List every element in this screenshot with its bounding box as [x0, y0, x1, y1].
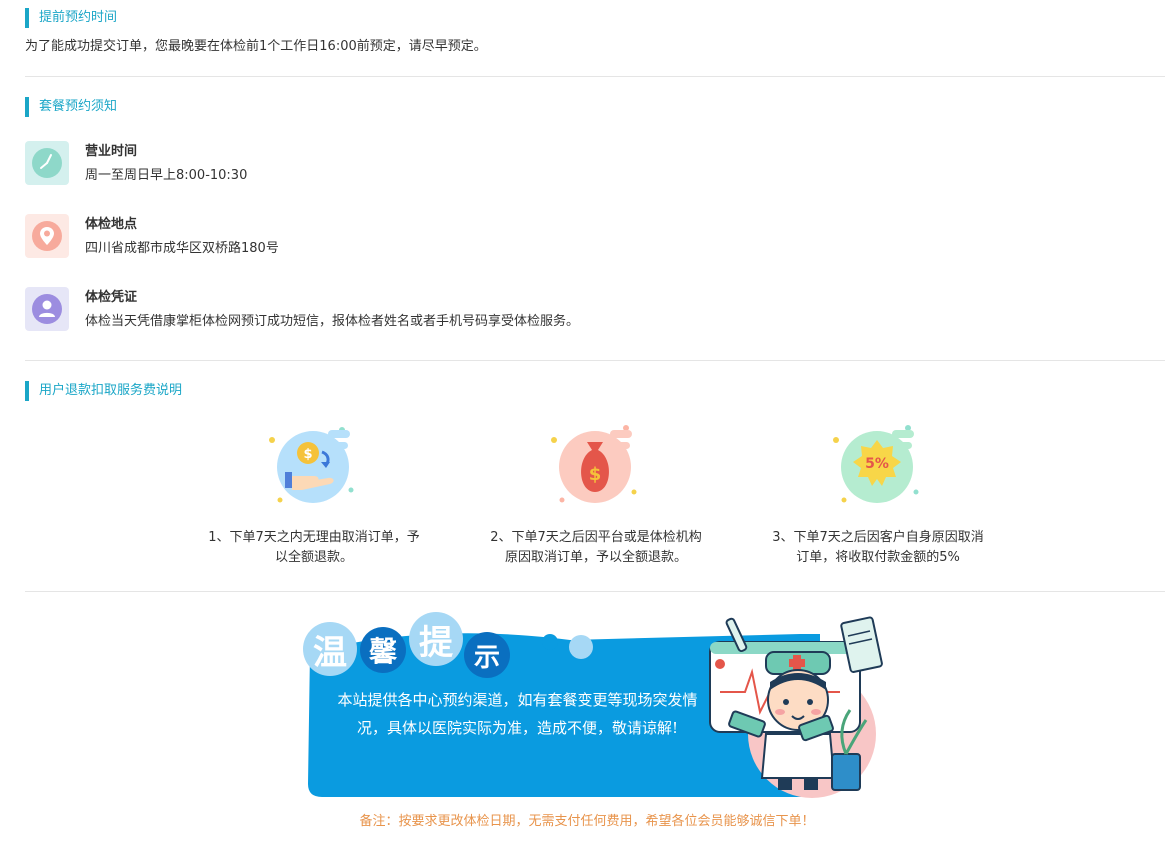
svg-text:$: $	[303, 447, 312, 462]
info-row-voucher: 体检凭证 体检当天凭借康掌柜体检网预订成功短信，报体检者姓名或者手机号码享受体检…	[25, 287, 925, 333]
info-value: 周一至周日早上8:00-10:30	[85, 168, 248, 183]
section-title-notice: 套餐预约须知	[25, 97, 117, 117]
clock-icon	[25, 141, 69, 185]
section-title-refund: 用户退款扣取服务费说明	[25, 381, 182, 401]
info-value: 体检当天凭借康掌柜体检网预订成功短信，报体检者姓名或者手机号码享受体检服务。	[85, 314, 580, 329]
info-label: 体检地点	[85, 217, 138, 232]
refund-text-line: 订单，将收取付款金额的5%	[796, 550, 960, 565]
info-label: 体检凭证	[85, 290, 138, 305]
tip-title-char: 温	[303, 622, 357, 676]
advance-text: 为了能成功提交订单，您最晚要在体检前1个工作日16:00前预定，请尽早预定。	[25, 39, 487, 54]
refund-text-line: 1、下单7天之内无理由取消订单，予	[208, 530, 420, 545]
doctor-illustration	[709, 616, 883, 798]
location-pin-icon	[25, 214, 69, 258]
info-row-hours: 营业时间 周一至周日早上8:00-10:30	[25, 141, 925, 187]
info-value: 四川省成都市成华区双桥路180号	[85, 241, 279, 256]
percent-badge-label: 5%	[865, 456, 889, 472]
tip-title-char: 示	[464, 632, 510, 678]
refund-item-2: $ 2、下单7天之后因平台或是体检机构 原因取消订单，予以全额退款。	[476, 420, 716, 580]
divider	[25, 76, 1165, 77]
refund-text: 3、下单7天之后因客户自身原因取消 订单，将收取付款金额的5%	[758, 528, 998, 568]
coin-hand-icon: $	[269, 427, 354, 503]
info-label: 营业时间	[85, 144, 138, 159]
refund-text: 1、下单7天之内无理由取消订单，予 以全额退款。	[194, 528, 434, 568]
refund-item-1: $ 1、下单7天之内无理由取消订单，予 以全额退款。	[194, 420, 434, 580]
tip-title-char: 馨	[360, 627, 406, 673]
svg-text:$: $	[589, 464, 602, 485]
divider	[25, 591, 1165, 592]
refund-text: 2、下单7天之后因平台或是体检机构 原因取消订单，予以全额退款。	[476, 528, 716, 568]
divider	[25, 360, 1165, 361]
refund-text-line: 2、下单7天之后因平台或是体检机构	[490, 530, 702, 545]
money-bag-icon: $	[551, 425, 637, 503]
refund-text-line: 3、下单7天之后因客户自身原因取消	[772, 530, 984, 545]
tip-title-char: 提	[409, 612, 463, 666]
tip-text-line: 本站提供各中心预约渠道，如有套餐变更等现场突发情	[337, 691, 698, 709]
info-row-location: 体检地点 四川省成都市成华区双桥路180号	[25, 214, 925, 260]
tip-text-line: 况，具体以医院实际为准，造成不便，敬请谅解!	[356, 719, 679, 737]
tip-text: 本站提供各中心预约渠道，如有套餐变更等现场突发情 况，具体以医院实际为准，造成不…	[315, 686, 720, 742]
refund-text-line: 以全额退款。	[274, 550, 353, 565]
section-title-advance: 提前预约时间	[25, 8, 117, 28]
remark-text: 备注：按要求更改体检日期，无需支付任何费用，希望各位会员能够诚信下单！	[359, 814, 815, 829]
user-icon	[25, 287, 69, 331]
refund-item-3: 5% 3、下单7天之后因客户自身原因取消 订单，将收取付款金额的5%	[758, 420, 998, 580]
refund-text-line: 原因取消订单，予以全额退款。	[504, 550, 687, 565]
